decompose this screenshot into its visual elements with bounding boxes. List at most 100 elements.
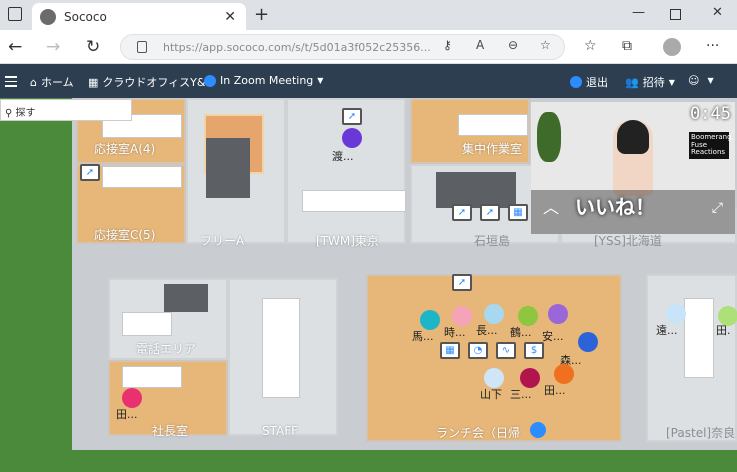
invite-button[interactable]: 👥 招待 ▼ (625, 74, 675, 90)
reload-icon[interactable]: ↻ (86, 37, 100, 57)
zoom-icon (570, 76, 582, 88)
window-menu-icon[interactable] (8, 7, 22, 21)
forward-icon[interactable]: → (46, 37, 60, 57)
screen-share-icon[interactable]: ➚ (342, 108, 362, 125)
room-label: [Pastel]奈良 (666, 426, 736, 440)
office-link[interactable]: ▦ クラウドオフィスY&T (88, 74, 212, 90)
room-label: 社長室 (152, 424, 189, 438)
close-window-icon[interactable]: ✕ (712, 5, 723, 20)
read-aloud-icon[interactable]: A (476, 38, 484, 52)
chevron-up-icon[interactable]: ︿ (543, 194, 559, 218)
avatar[interactable] (548, 304, 568, 324)
timer: 0:45 (690, 104, 731, 124)
browser-tab[interactable]: Sococo ✕ (32, 3, 246, 30)
zoom-icon[interactable]: ⊖ (508, 38, 518, 52)
app-header: ⌂ ホーム ▦ クラウドオフィスY&T In Zoom Meeting ▼ 退出… (0, 64, 737, 98)
avatar[interactable] (554, 364, 574, 384)
close-tab-icon[interactable]: ✕ (224, 9, 236, 25)
user-name: 長... (476, 324, 498, 337)
status-menu[interactable]: ☺ ▼ (688, 74, 714, 87)
avatar[interactable] (484, 304, 504, 324)
popout-icon[interactable]: ⤢ (712, 200, 723, 216)
avatar[interactable] (452, 306, 472, 326)
url-text: https://app.sococo.com/s/t/5d01a3f052c25… (163, 41, 431, 54)
mug-label: Boomerang, Fuse Reactions (689, 132, 734, 160)
room-label: 電話エリア (136, 342, 197, 356)
new-tab-icon[interactable]: + (254, 4, 269, 25)
chevron-down-icon: ▼ (707, 76, 714, 85)
hamburger-menu-icon[interactable] (5, 76, 17, 90)
user-name: 田... (116, 408, 138, 421)
favorites-icon[interactable]: ☆ (584, 38, 597, 54)
home-icon: ⌂ (30, 75, 37, 89)
key-icon[interactable]: ⚷ (443, 38, 452, 52)
user-name: 三... (510, 388, 532, 401)
room-label: ランチ会（日帰 (436, 426, 521, 440)
profile-avatar[interactable] (663, 38, 681, 56)
avatar[interactable] (342, 128, 362, 148)
search-icon: ⚲ (5, 108, 13, 119)
user-name: 馬... (412, 330, 434, 343)
user-name: 田... (544, 384, 566, 397)
user-name: 山下 (480, 388, 502, 401)
add-favorite-icon[interactable]: ☆ (540, 38, 551, 52)
user-name: 田. (716, 324, 731, 337)
room-label: 石垣島 (474, 234, 511, 248)
user-name: 渡... (332, 150, 354, 163)
lock-icon (137, 41, 147, 53)
user-name: 鶴... (510, 326, 532, 339)
room-label: [YSS]北海道 (594, 234, 662, 248)
leave-button[interactable]: 退出 (570, 74, 608, 90)
room-lunch[interactable] (366, 274, 622, 442)
video-feed[interactable]: Boomerang, Fuse Reactions 0:45 ︿ いいね！ ⤢ (531, 102, 735, 234)
room-label: 集中作業室 (462, 142, 523, 156)
back-icon[interactable]: ← (8, 37, 22, 57)
dollar-app-icon[interactable]: $ (524, 342, 544, 359)
people-icon: 👥 (625, 75, 639, 89)
collections-icon[interactable]: ⧉ (622, 38, 632, 54)
home-link[interactable]: ⌂ ホーム (30, 74, 74, 90)
avatar[interactable] (666, 304, 686, 324)
address-toolbar: ← → ↻ https://app.sococo.com/s/t/5d01a3f… (0, 30, 737, 64)
tab-title: Sococo (64, 9, 107, 24)
screen-share-icon[interactable]: ➚ (80, 164, 100, 181)
chevron-down-icon: ▼ (317, 76, 324, 85)
sococo-favicon-icon (40, 8, 56, 25)
chart-app-icon[interactable]: ◔ (468, 342, 488, 359)
calendar-app-icon[interactable]: ▦ (440, 342, 460, 359)
zoom-icon[interactable] (530, 422, 546, 438)
room-label: 応接室C(5) (94, 228, 156, 242)
room-label: [TWM]東京 (316, 234, 379, 248)
avatar[interactable] (578, 332, 598, 352)
maximize-icon[interactable] (670, 9, 681, 20)
browser-tab-bar: Sococo ✕ + — ✕ (0, 0, 737, 30)
reaction-caption: いいね！ (575, 195, 655, 219)
avatar[interactable] (122, 388, 142, 408)
minimize-icon[interactable]: — (632, 5, 645, 20)
url-field[interactable]: https://app.sococo.com/s/t/5d01a3f052c25… (120, 34, 565, 60)
graph-app-icon[interactable]: ∿ (496, 342, 516, 359)
avatar[interactable] (520, 368, 540, 388)
search-field[interactable]: ⚲ 探す (0, 99, 132, 121)
user-name: 安... (542, 330, 564, 343)
zoom-icon (204, 74, 216, 87)
avatar[interactable] (420, 310, 440, 330)
plant-decor (537, 112, 561, 162)
participant-video (613, 120, 653, 196)
room-label: STAFF (262, 424, 299, 438)
room-label: フリーA (200, 234, 245, 248)
chevron-down-icon: ▼ (668, 77, 675, 87)
building-icon: ▦ (88, 75, 99, 89)
screen-share-icon[interactable]: ➚ (480, 204, 500, 221)
meeting-dropdown[interactable]: In Zoom Meeting ▼ (204, 74, 323, 87)
room-label: 応接室A(4) (94, 142, 156, 156)
user-name: 遠... (656, 324, 678, 337)
avatar[interactable] (518, 306, 538, 326)
screen-share-icon[interactable]: ➚ (452, 204, 472, 221)
screen-share-icon[interactable]: ➚ (452, 274, 472, 291)
avatar[interactable] (484, 368, 504, 388)
smiley-icon: ☺ (688, 74, 700, 87)
user-name: 時... (444, 326, 466, 339)
more-menu-icon[interactable]: ··· (706, 38, 719, 54)
calendar-app-icon[interactable]: ▦ (508, 204, 528, 221)
